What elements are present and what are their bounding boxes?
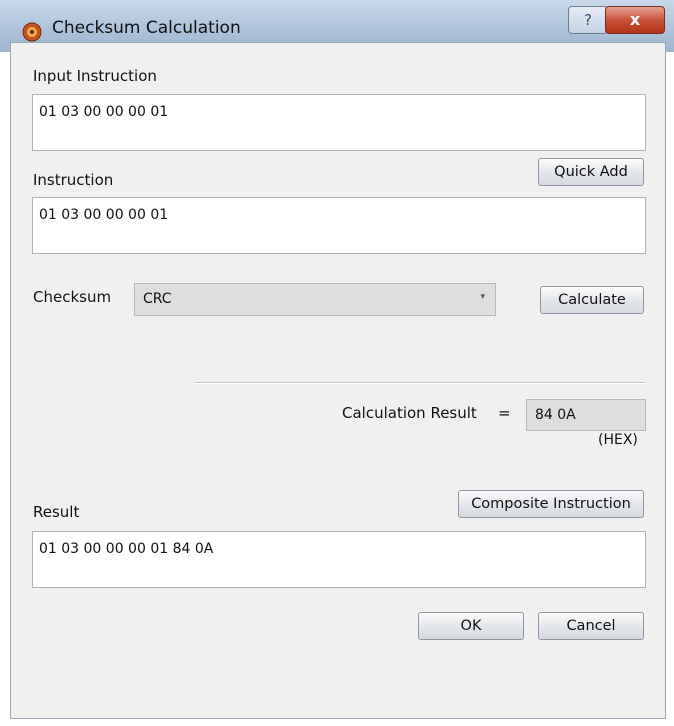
instruction-label: Instruction xyxy=(33,171,114,189)
equals-sign: = xyxy=(498,404,511,422)
chevron-down-icon[interactable]: ▾ xyxy=(480,292,485,302)
checksum-dialog: Checksum Calculation ? x Input Instructi… xyxy=(0,0,674,726)
checksum-selected-value: CRC xyxy=(143,291,172,307)
calculation-result-value: 84 0A xyxy=(526,399,646,431)
cancel-button[interactable]: Cancel xyxy=(538,612,644,640)
close-button[interactable]: x xyxy=(605,6,665,34)
calculate-button[interactable]: Calculate xyxy=(540,286,644,314)
app-icon xyxy=(22,22,42,42)
result-label: Result xyxy=(33,503,80,521)
hex-unit-label: (HEX) xyxy=(598,432,638,448)
input-instruction-field[interactable]: 01 03 00 00 00 01 xyxy=(32,94,646,151)
separator xyxy=(194,382,646,384)
checksum-label: Checksum xyxy=(33,288,112,306)
result-field[interactable]: 01 03 00 00 00 01 84 0A xyxy=(32,531,646,588)
instruction-field[interactable]: 01 03 00 00 00 01 xyxy=(32,197,646,254)
ok-button[interactable]: OK xyxy=(418,612,524,640)
calculation-result-label: Calculation Result xyxy=(342,404,477,422)
checksum-select[interactable]: CRC ▾ xyxy=(134,283,496,316)
composite-instruction-button[interactable]: Composite Instruction xyxy=(458,490,644,518)
input-instruction-label: Input Instruction xyxy=(33,67,157,85)
quick-add-button[interactable]: Quick Add xyxy=(538,158,644,186)
help-button[interactable]: ? xyxy=(568,6,608,34)
window-title: Checksum Calculation xyxy=(52,18,241,38)
